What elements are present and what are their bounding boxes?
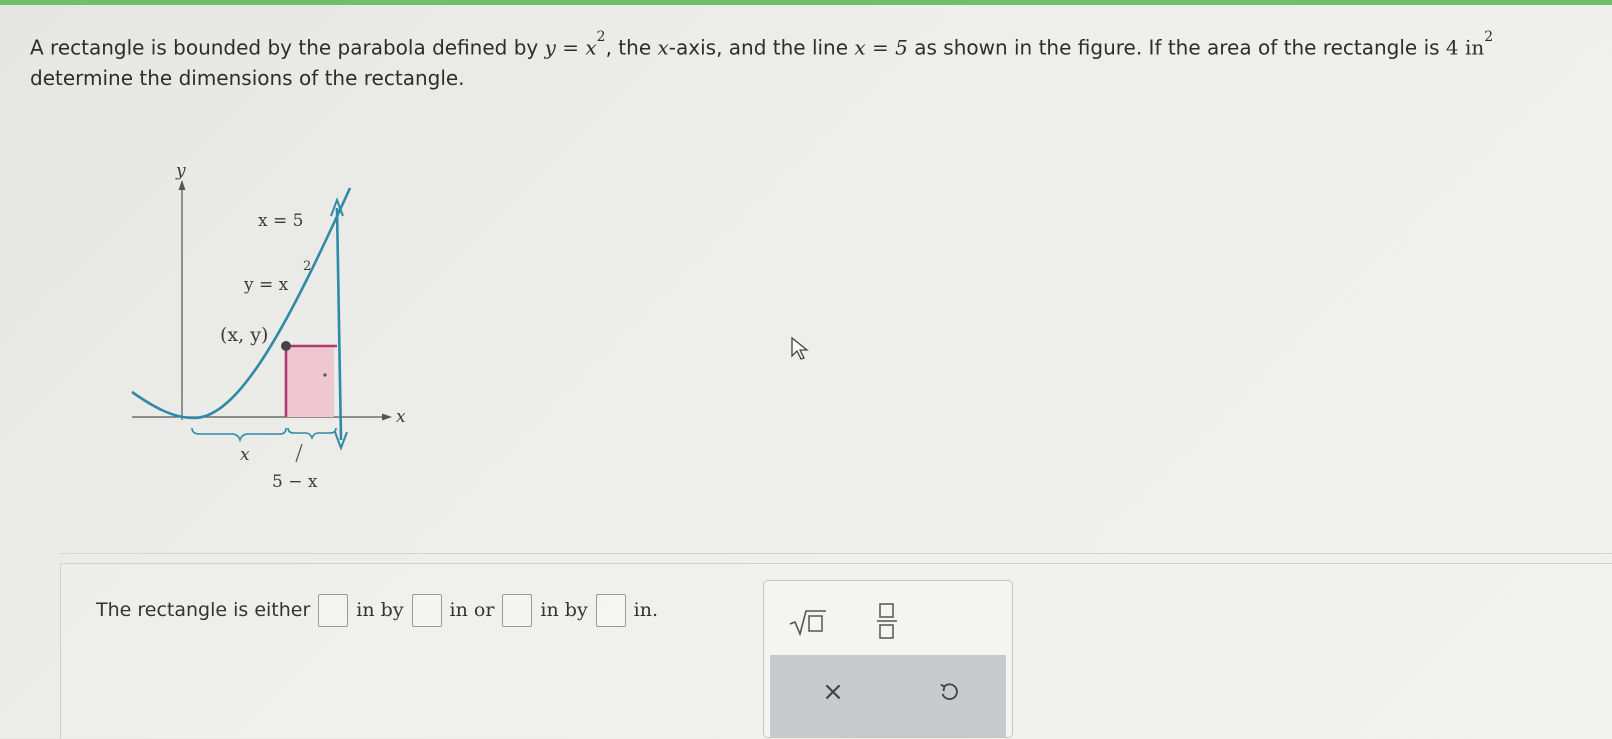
pointer-line [295, 443, 303, 463]
x-axis-arrow-icon [382, 413, 392, 421]
brace-x [191, 427, 287, 443]
undo-button[interactable] [924, 667, 974, 717]
answer-input-1[interactable] [318, 593, 349, 627]
bottom-label-5-minus-x: 5 − x [272, 472, 318, 492]
top-accent-bar [0, 0, 1612, 5]
point-xy [281, 341, 291, 351]
point-label: (x, y) [220, 324, 268, 346]
bottom-label-x: x [240, 445, 250, 465]
equation-parabola: y = x [544, 35, 597, 60]
answer-input-2[interactable] [411, 593, 442, 627]
brace-5-minus-x [287, 427, 337, 441]
line-label: x = 5 [258, 211, 303, 231]
math-toolbox: × [763, 580, 1013, 738]
y-axis-label: y [175, 161, 186, 181]
square-root-icon [789, 610, 826, 637]
problem-statement: A rectangle is bounded by the parabola d… [30, 28, 1590, 93]
answer-prefix: The rectangle is either [96, 599, 311, 621]
answer-sentence: The rectangle is either in by in or in b… [96, 592, 658, 628]
area-value: 4 in [1445, 35, 1485, 60]
undo-icon [940, 683, 958, 700]
section-divider [60, 553, 1612, 554]
clear-button[interactable]: × [808, 667, 858, 717]
mouse-cursor-icon [791, 336, 809, 360]
vertical-line-x5 [335, 207, 343, 441]
y-axis-arrow-icon [178, 180, 186, 190]
toolbox-actions: × [770, 655, 1006, 737]
rectangle-dot [323, 373, 327, 377]
problem-line-2: determine the dimensions of the rectangl… [30, 65, 465, 90]
square-root-button[interactable] [784, 599, 830, 645]
answer-input-3[interactable] [502, 593, 533, 627]
unit-label-1: in by [356, 599, 404, 621]
parabola-label-exponent: 2 [303, 259, 311, 274]
parabola-figure: y x x = 5 y = x 2 (x, y) x 5 − x [131, 161, 406, 492]
x-axis-label: x [396, 407, 406, 427]
unit-label-3: in by [540, 599, 588, 621]
equation-line: x = 5 [854, 35, 908, 60]
parabola-label: y = x [243, 275, 289, 295]
fraction-button[interactable] [864, 595, 910, 647]
unit-label-2: in or [449, 599, 495, 621]
problem-line-1: A rectangle is bounded by the parabola d… [30, 29, 1494, 60]
fraction-icon [877, 603, 897, 639]
rectangle-fill [286, 346, 334, 417]
answer-input-4[interactable] [595, 593, 626, 627]
unit-label-4: in. [633, 599, 659, 621]
